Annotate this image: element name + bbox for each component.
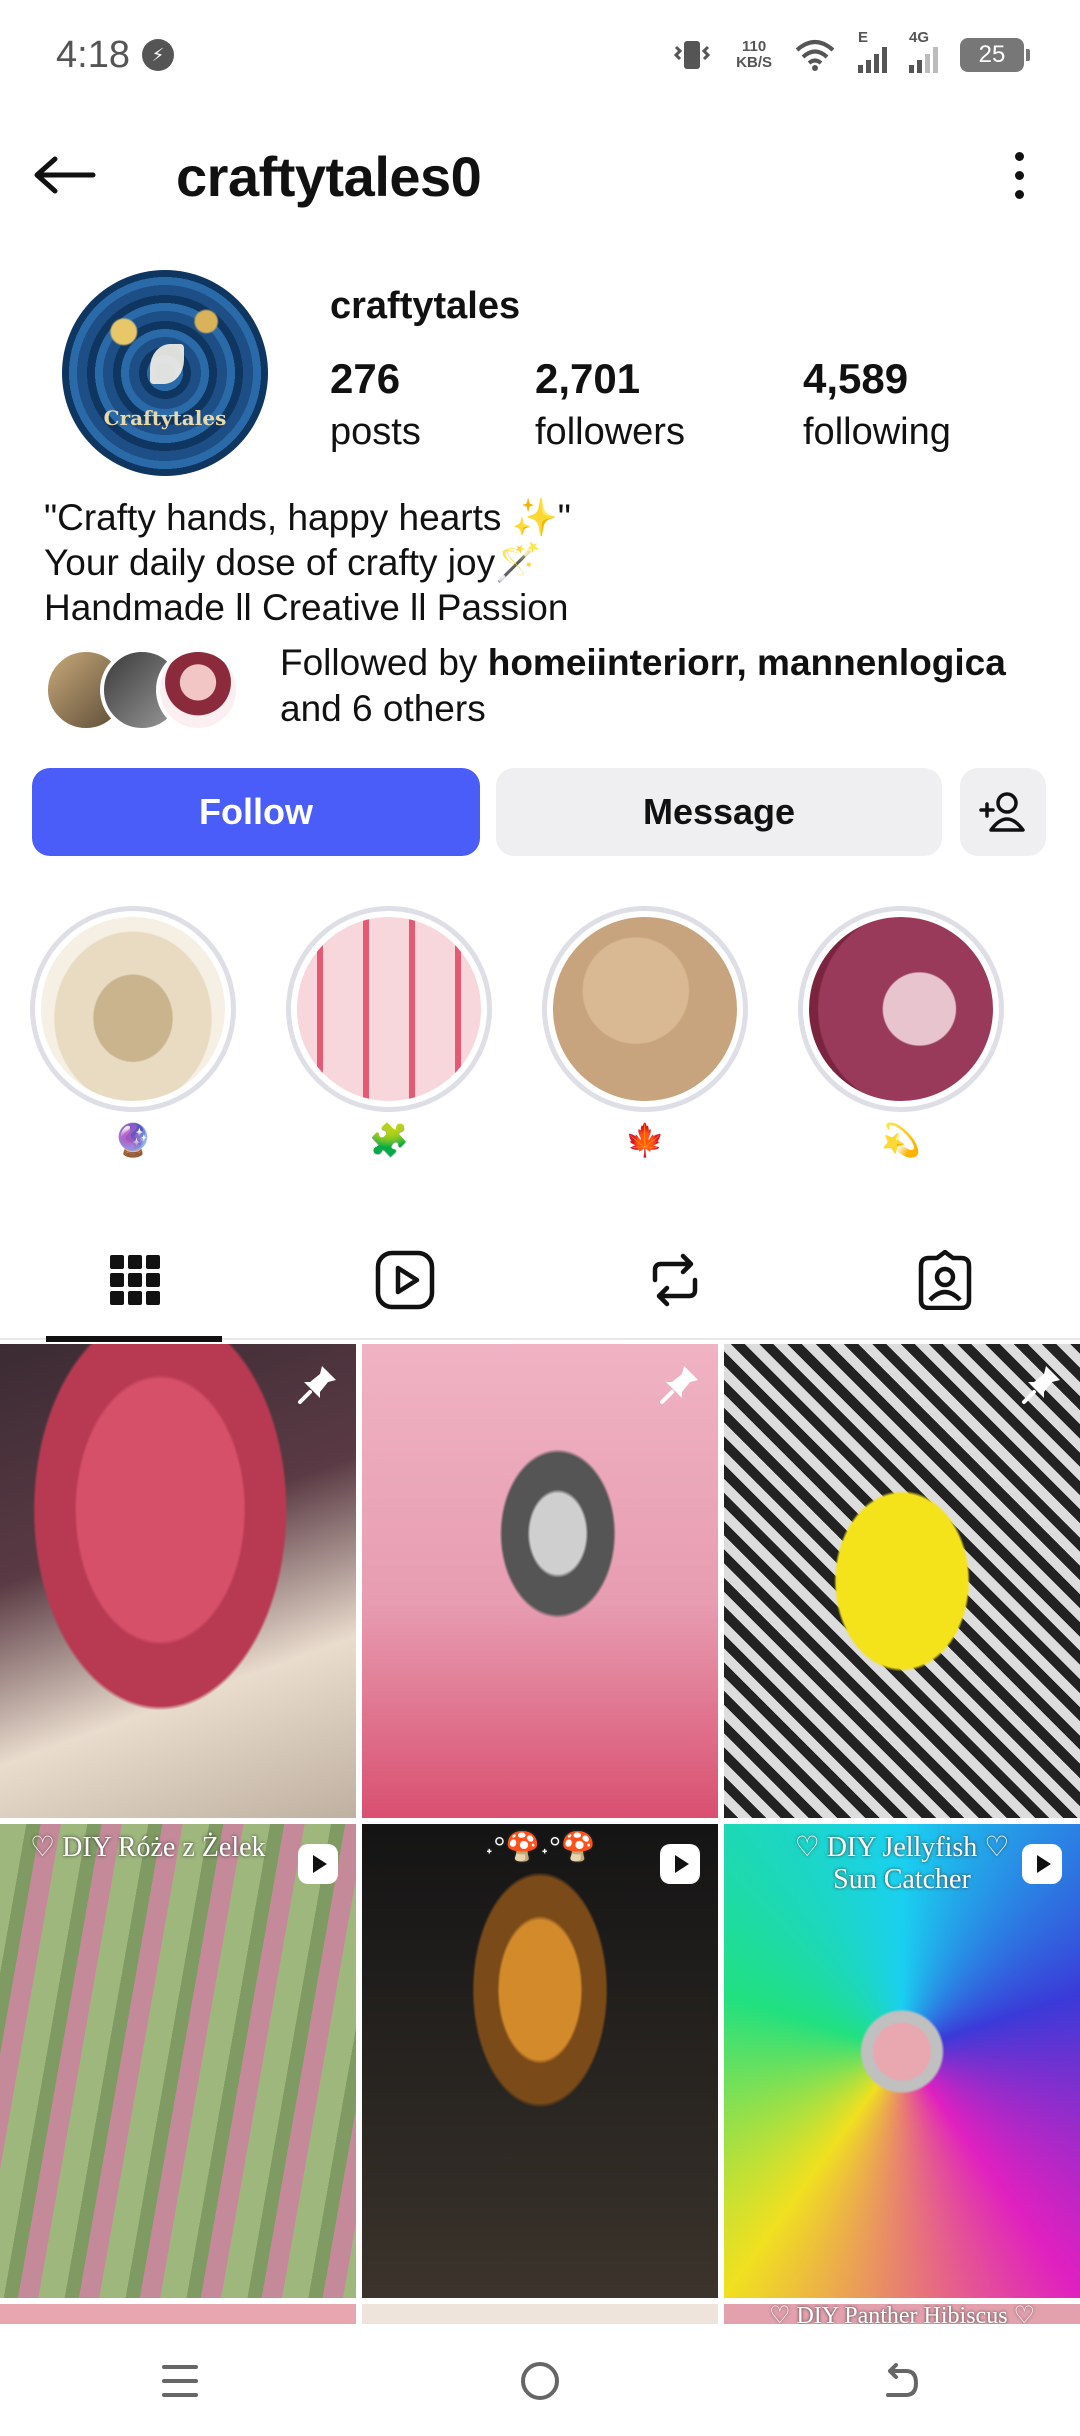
message-button[interactable]: Message [496,768,942,856]
posts-stat[interactable]: 276 posts [330,355,421,454]
post-thumbnail[interactable] [724,1344,1080,1818]
post-caption: ♡ DIY Panther Hibiscus ♡ [768,2304,1036,2324]
followed-by-text: Followed by homeiinteriorr, mannenlogica… [280,640,1006,732]
add-user-icon [979,792,1025,832]
repost-icon [652,1253,698,1307]
followed-by[interactable]: Followed by homeiinteriorr, mannenlogica… [44,640,1044,740]
highlight-label: 🍁 [625,1122,665,1158]
profile-tabs [0,1220,1080,1342]
following-count: 4,589 [803,355,909,402]
recent-apps-button[interactable] [130,2341,230,2421]
signal-4g: 4G [909,29,938,73]
highlight-cover [297,917,481,1101]
posts-label: posts [330,411,421,453]
home-button[interactable] [490,2341,590,2421]
follower-avatar [156,648,240,732]
profile-avatar[interactable]: Craftytales [62,270,268,476]
butterfly-icon [150,344,184,384]
story-highlight[interactable]: 🍁 [542,906,748,1160]
system-back-button[interactable] [850,2341,950,2421]
follow-button[interactable]: Follow [32,768,480,856]
pin-icon [660,1366,698,1404]
followers-label: followers [535,411,685,453]
profile-name: craftytales [330,285,521,327]
status-left: 4:18 ⚡ [56,34,174,77]
post-thumbnail[interactable]: ♡ DIY Jellyfish ♡ Sun Catcher [724,1824,1080,2298]
followed-by-prefix: Followed by [280,642,488,683]
posts-grid: ♡ DIY Róże z Żelek ˖°🍄˖°🍄 ♡ DIY Jellyfis… [0,1344,1080,2324]
signal-4g-label: 4G [909,29,930,46]
status-right: 110 KB/S E 4G 25 [670,29,1030,73]
post-thumbnail[interactable] [0,2304,356,2324]
more-dot-icon [1014,189,1024,199]
page-title: craftytales0 [176,145,482,208]
pin-icon [298,1366,336,1404]
back-button[interactable] [30,140,100,210]
reel-icon [298,1844,338,1884]
posts-count: 276 [330,355,401,402]
highlight-label: 💫 [881,1122,921,1158]
tab-reels[interactable] [270,1220,540,1340]
tagged-icon [918,1250,972,1310]
highlight-cover [809,917,993,1101]
grid-icon [110,1255,160,1305]
highlight-label: 🔮 [113,1122,153,1158]
signal-e-label: E [858,29,869,46]
followers-stat[interactable]: 2,701 followers [535,355,685,454]
bio-line: "Crafty hands, happy hearts ✨" [44,497,571,538]
highlight-cover [41,917,225,1101]
status-bar: 4:18 ⚡ 110 KB/S E 4G 25 [0,0,1080,110]
reel-icon [1022,1844,1062,1884]
profile-bio: "Crafty hands, happy hearts ✨" Your dail… [44,495,571,630]
followed-by-suffix: and 6 others [280,688,486,729]
post-thumbnail[interactable]: ˖°🍄˖°🍄 [362,1824,718,2298]
profile-header: craftytales0 [0,130,1080,220]
battery-icon: 25 [960,38,1030,72]
post-thumbnail[interactable]: ♡ DIY Panther Hibiscus ♡ [724,2304,1080,2324]
bio-line: Your daily dose of crafty joy🪄 [44,542,542,583]
highlight-label: 🧩 [369,1122,409,1158]
net-speed: 110 KB/S [736,39,772,71]
reels-icon [375,1250,435,1310]
avatar-logo-text: Craftytales [103,406,227,430]
suggest-users-button[interactable] [960,768,1046,856]
pin-icon [1022,1366,1060,1404]
signal-e: E [858,29,887,73]
followed-by-names: homeiinteriorr, mannenlogica [487,642,1006,683]
post-thumbnail[interactable] [0,1344,356,1818]
menu-icon [162,2365,198,2397]
story-highlight[interactable]: 💫 [798,906,1004,1160]
tab-grid[interactable] [0,1220,270,1342]
vibrate-icon [674,41,711,69]
following-stat[interactable]: 4,589 following [803,355,951,454]
more-dot-icon [1014,170,1024,180]
net-speed-value: 110 [741,38,767,55]
bio-line: Handmade ll Creative ll Passion [44,587,569,628]
tab-reposts[interactable] [540,1220,810,1340]
wifi-icon [795,40,835,71]
net-speed-unit: KB/S [736,54,772,71]
story-highlight[interactable]: 🧩 [286,906,492,1160]
messenger-icon: ⚡ [141,39,174,71]
followers-count: 2,701 [535,355,641,402]
story-highlight[interactable]: 🔮 [30,906,236,1160]
post-thumbnail[interactable] [362,2304,718,2324]
post-thumbnail[interactable] [362,1344,718,1818]
back-icon [886,2363,918,2397]
back-arrow-icon [34,156,96,194]
tab-tagged[interactable] [810,1220,1080,1340]
following-label: following [803,411,951,453]
more-dot-icon [1014,151,1024,161]
reel-icon [660,1844,700,1884]
home-circle-icon [521,2362,559,2400]
post-thumbnail[interactable]: ♡ DIY Róże z Żelek [0,1824,356,2298]
system-nav-bar [0,2326,1080,2436]
more-options-button[interactable] [984,140,1054,210]
battery-level: 25 [978,41,1006,68]
highlight-cover [553,917,737,1101]
status-time: 4:18 [56,33,130,76]
